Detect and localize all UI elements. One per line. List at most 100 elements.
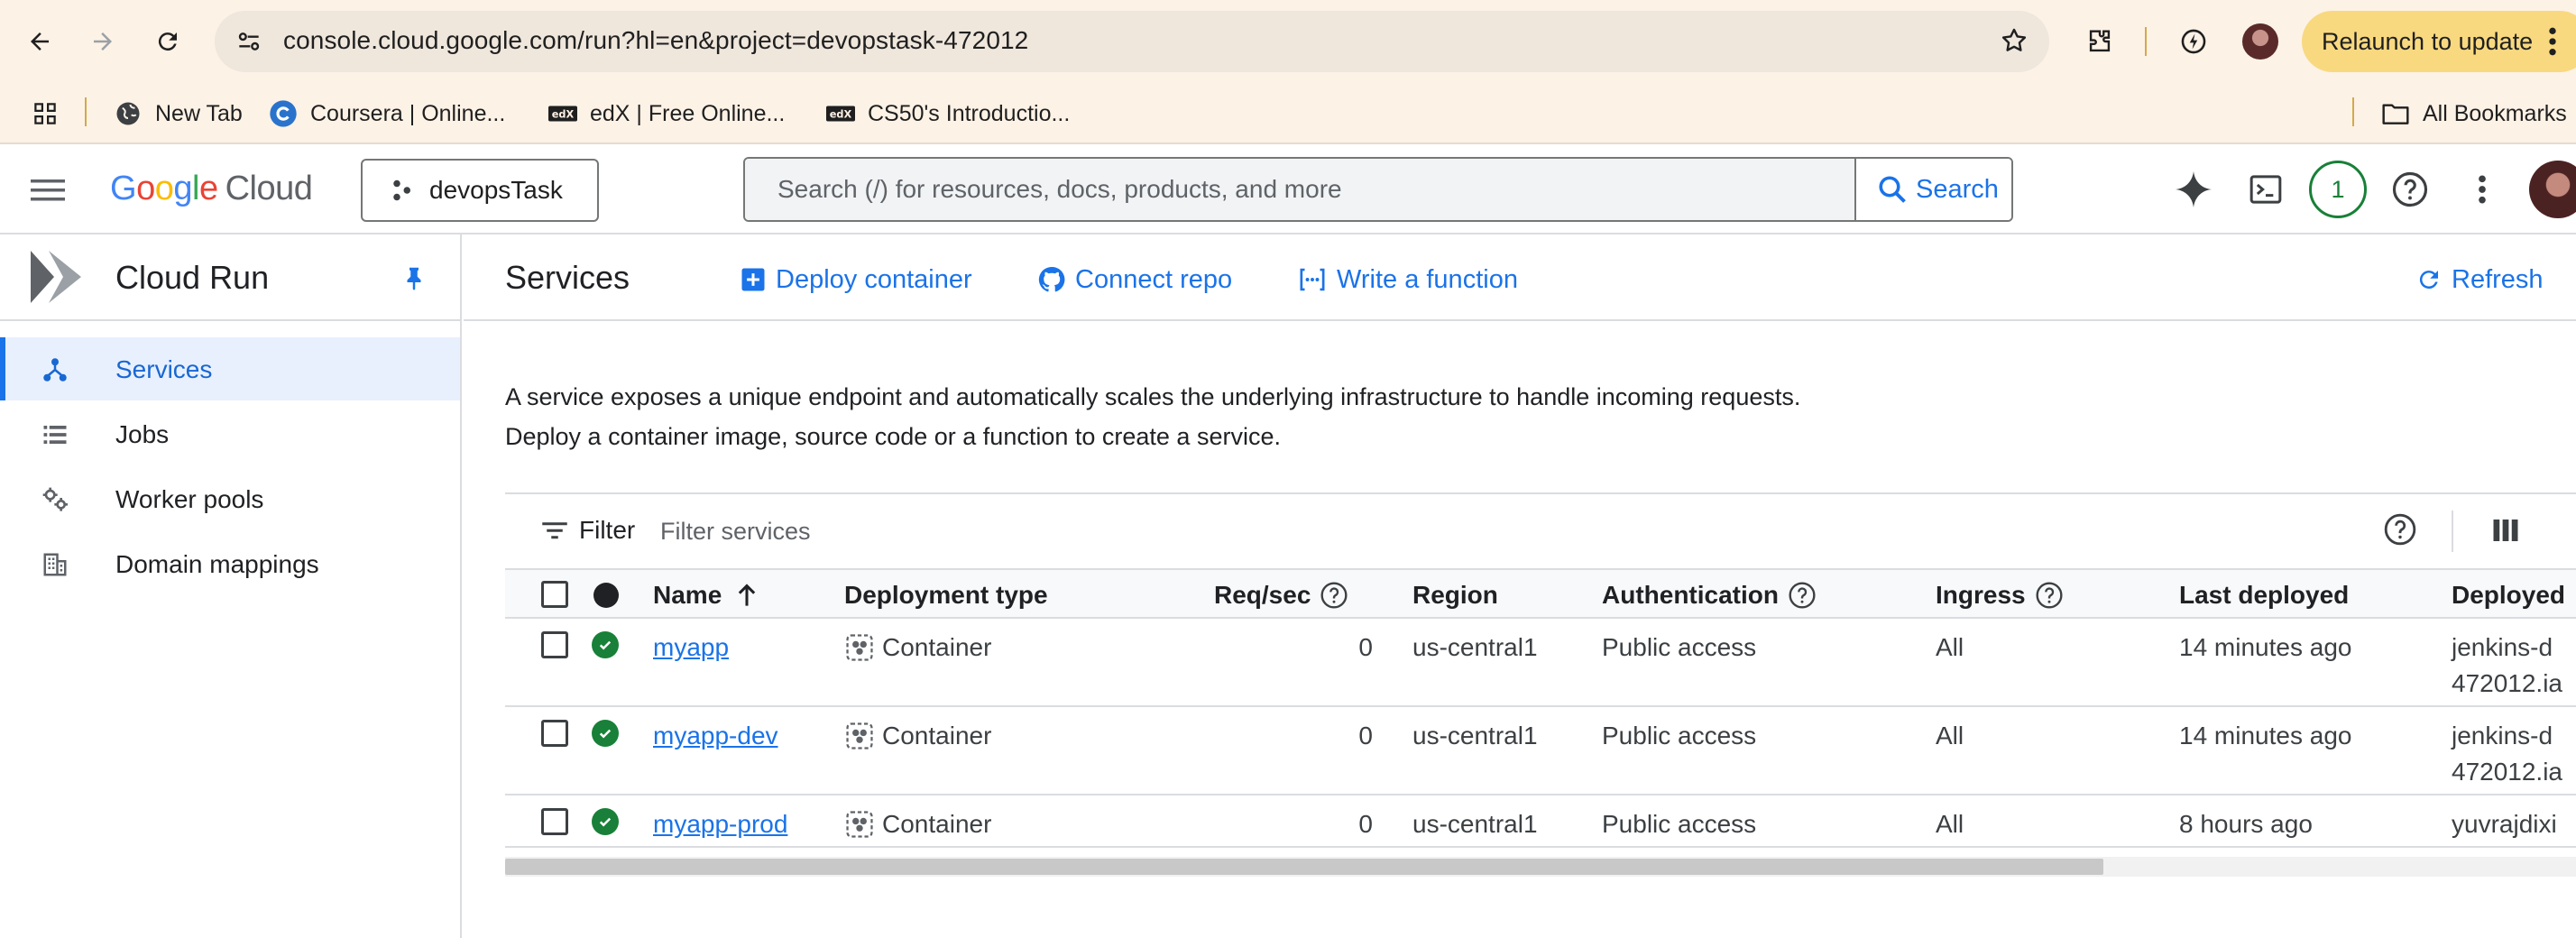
main-menu-icon[interactable] (31, 177, 67, 208)
search-button[interactable]: Search (1854, 159, 2011, 220)
refresh-button[interactable]: Refresh (2415, 262, 2544, 298)
column-header-ingress[interactable]: Ingress (1936, 581, 2064, 610)
bookmark-star-icon[interactable] (1999, 25, 2029, 60)
sidebar-item-jobs[interactable]: Jobs (0, 402, 460, 465)
column-header-authentication[interactable]: Authentication (1602, 581, 1817, 610)
puzzle-icon (2089, 30, 2111, 52)
filter-button[interactable]: Filter (541, 516, 635, 545)
description-line: A service exposes a unique endpoint and … (505, 383, 1801, 410)
performance-button[interactable] (2172, 20, 2215, 63)
apps-button[interactable] (31, 94, 72, 133)
column-header-label: Deployment type (844, 581, 1048, 609)
bookmark-edx[interactable]: edX edX | Free Online... (548, 94, 785, 133)
project-icon (388, 177, 415, 204)
service-name-link[interactable]: myapp (653, 630, 729, 666)
column-header-deployed-by[interactable]: Deployed (2452, 581, 2565, 610)
apps-grid-icon (31, 99, 60, 128)
notifications-badge[interactable]: 1 (2309, 161, 2367, 218)
last-deployed-cell: 8 hours ago (2179, 810, 2313, 838)
column-header-deployment-type[interactable]: Deployment type (844, 581, 1048, 610)
row-checkbox[interactable] (541, 720, 568, 747)
service-name-link[interactable]: myapp-dev (653, 718, 778, 754)
column-header-label: Deployed (2452, 581, 2566, 609)
description-line: Deploy a container image, source code or… (505, 423, 1281, 450)
project-picker-button[interactable]: devopsTask (361, 159, 599, 222)
sidebar-item-domain-mappings[interactable]: Domain mappings (0, 532, 460, 595)
write-function-button[interactable]: Write a function (1297, 262, 1518, 298)
service-name-link[interactable]: myapp-prod (653, 806, 787, 842)
product-title: Cloud Run (115, 259, 270, 296)
status-column-icon (593, 583, 619, 608)
horizontal-scrollbar[interactable] (505, 859, 2103, 875)
reload-button[interactable] (146, 20, 189, 63)
profile-avatar[interactable] (2242, 23, 2278, 60)
deployed-by-cell: jenkins-d 472012.ia (2452, 718, 2562, 790)
column-header-region[interactable]: Region (1412, 581, 1498, 610)
column-display-options-icon[interactable] (2489, 514, 2522, 551)
url-text: console.cloud.google.com/run?hl=en&proje… (283, 26, 1029, 54)
bookmark-label: CS50's Introductio... (868, 100, 1071, 126)
deploy-container-button[interactable]: Deploy container (740, 262, 972, 298)
add-box-icon (741, 268, 765, 291)
bookmark-coursera[interactable]: Coursera | Online... (269, 94, 505, 133)
page-description: A service exposes a unique endpoint and … (505, 377, 1800, 456)
bookmarks-separator (85, 97, 87, 126)
req-sec-cell: 0 (1358, 722, 1373, 749)
more-options-button[interactable] (2461, 168, 2504, 211)
column-header-name[interactable]: Name (653, 581, 758, 610)
column-header-last-deployed[interactable]: Last deployed (2179, 581, 2349, 610)
column-header-req-sec[interactable]: Req/sec (1214, 581, 1348, 610)
row-checkbox[interactable] (541, 631, 568, 658)
svg-text:edX: edX (552, 109, 575, 121)
gemini-sparkle-icon (2175, 170, 2213, 208)
cloud-shell-button[interactable] (2244, 168, 2287, 211)
pin-icon[interactable] (400, 263, 428, 297)
help-icon (2392, 171, 2428, 207)
sidebar-item-label: Domain mappings (115, 550, 319, 578)
product-header: Cloud Run (0, 234, 460, 321)
deployment-type-label: Container (882, 633, 992, 661)
container-icon (846, 811, 873, 838)
folder-icon (2381, 99, 2410, 128)
gemini-button[interactable] (2172, 168, 2215, 211)
deployment-type-label: Container (882, 810, 992, 838)
help-icon[interactable] (1320, 581, 1348, 610)
select-all-checkbox[interactable] (541, 581, 568, 608)
bookmark-cs50[interactable]: edX CS50's Introductio... (826, 94, 1070, 133)
help-icon[interactable] (2035, 581, 2064, 610)
logo-google-wordmark: Google (110, 170, 218, 207)
address-bar[interactable]: console.cloud.google.com/run?hl=en&proje… (215, 11, 2049, 72)
filter-label: Filter (579, 516, 636, 544)
back-button[interactable] (18, 20, 61, 63)
table-row: myapp Container 0 us-central1 Public acc… (505, 619, 2576, 707)
connect-repo-button[interactable]: Connect repo (1037, 262, 1232, 298)
table-header: Name Deployment type Req/sec Region Auth… (505, 568, 2576, 619)
account-avatar[interactable] (2529, 161, 2576, 218)
region-cell: us-central1 (1412, 810, 1538, 838)
help-button[interactable] (2388, 168, 2432, 211)
bookmark-new-tab[interactable]: New Tab (114, 94, 243, 133)
search-icon (1879, 176, 1906, 203)
more-vert-icon[interactable] (2547, 23, 2558, 66)
sort-ascending-icon[interactable] (736, 583, 758, 608)
relaunch-button[interactable]: Relaunch to update (2302, 11, 2576, 72)
edx-icon: edX (826, 99, 855, 128)
container-icon (846, 722, 873, 749)
toolbar-divider (2145, 27, 2147, 56)
filter-input[interactable]: Filter services (660, 518, 811, 546)
logo-cloud-text: Cloud (225, 170, 313, 207)
sidebar-item-worker-pools[interactable]: Worker pools (0, 467, 460, 530)
sidebar-item-services[interactable]: Services (0, 337, 460, 400)
site-info-icon[interactable] (235, 27, 263, 60)
google-cloud-logo[interactable]: Google Cloud (110, 170, 313, 208)
last-deployed-cell: 14 minutes ago (2179, 633, 2352, 661)
help-icon[interactable] (2383, 512, 2417, 551)
help-icon[interactable] (1788, 581, 1817, 610)
row-checkbox[interactable] (541, 808, 568, 835)
forward-button[interactable] (81, 20, 124, 63)
deployment-type-label: Container (882, 722, 992, 749)
search-input[interactable]: Search (/) for resources, docs, products… (745, 159, 1854, 220)
ingress-cell: All (1936, 810, 1964, 838)
all-bookmarks-button[interactable]: All Bookmarks (2381, 94, 2567, 133)
extensions-button[interactable] (2078, 20, 2121, 63)
